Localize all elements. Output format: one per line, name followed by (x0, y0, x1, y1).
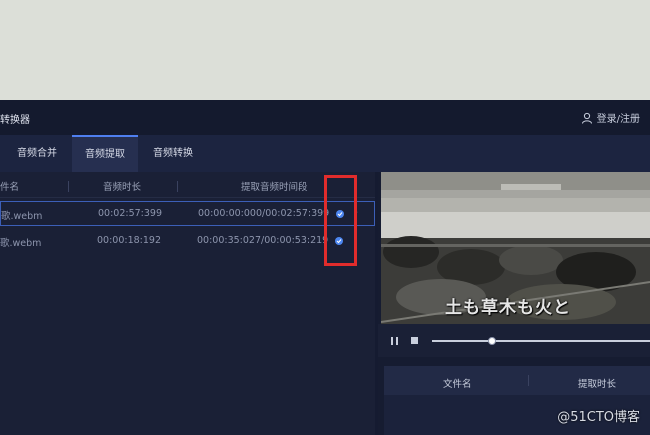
column-header-filename: 件名 (0, 182, 20, 193)
progress-track[interactable] (432, 340, 650, 342)
stop-icon[interactable] (411, 337, 418, 344)
progress-knob[interactable] (488, 337, 496, 345)
column-divider (68, 181, 69, 192)
column-header-segment: 提取音频时间段 (241, 182, 308, 193)
tab-audio-convert[interactable]: 音频转换 (142, 135, 204, 172)
row-duration: 00:02:57:399 (98, 208, 162, 219)
column-divider (528, 375, 529, 386)
tab-audio-merge[interactable]: 音频合并 (6, 135, 68, 172)
column-header-duration: 音频时长 (103, 182, 142, 193)
video-subtitle: 土も草木も火と (445, 298, 571, 318)
tab-audio-extract[interactable]: 音频提取 (72, 135, 138, 174)
highlight-annotation-box (324, 175, 357, 266)
column-divider (177, 181, 178, 192)
pause-icon[interactable] (391, 337, 398, 345)
table-row[interactable]: 歌.webm 00:00:18:192 00:00:35:027/00:00:5… (0, 229, 375, 254)
tab-bar: 音频合并 音频提取 音频转换 (0, 135, 650, 174)
row-duration: 00:00:18:192 (97, 235, 161, 246)
watermark-text: @51CTO博客 (557, 410, 640, 425)
output-column-filename: 文件名 (443, 379, 472, 390)
output-column-duration: 提取时长 (578, 379, 617, 390)
row-segment: 00:00:00:000/00:02:57:399 (198, 208, 330, 219)
row-filename: 歌.webm (1, 211, 43, 222)
table-row[interactable]: 歌.webm 00:02:57:399 00:00:00:000/00:02:5… (0, 201, 375, 226)
header-divider (0, 197, 375, 198)
title-bar: 转换器 登录/注册 (0, 100, 650, 135)
app-title: 转换器 (0, 115, 30, 126)
user-icon (581, 112, 592, 124)
login-button[interactable]: 登录/注册 (581, 110, 640, 125)
row-filename: 歌.webm (0, 238, 42, 249)
row-segment: 00:00:35:027/00:00:53:219 (197, 235, 329, 246)
login-label: 登录/注册 (596, 114, 640, 125)
